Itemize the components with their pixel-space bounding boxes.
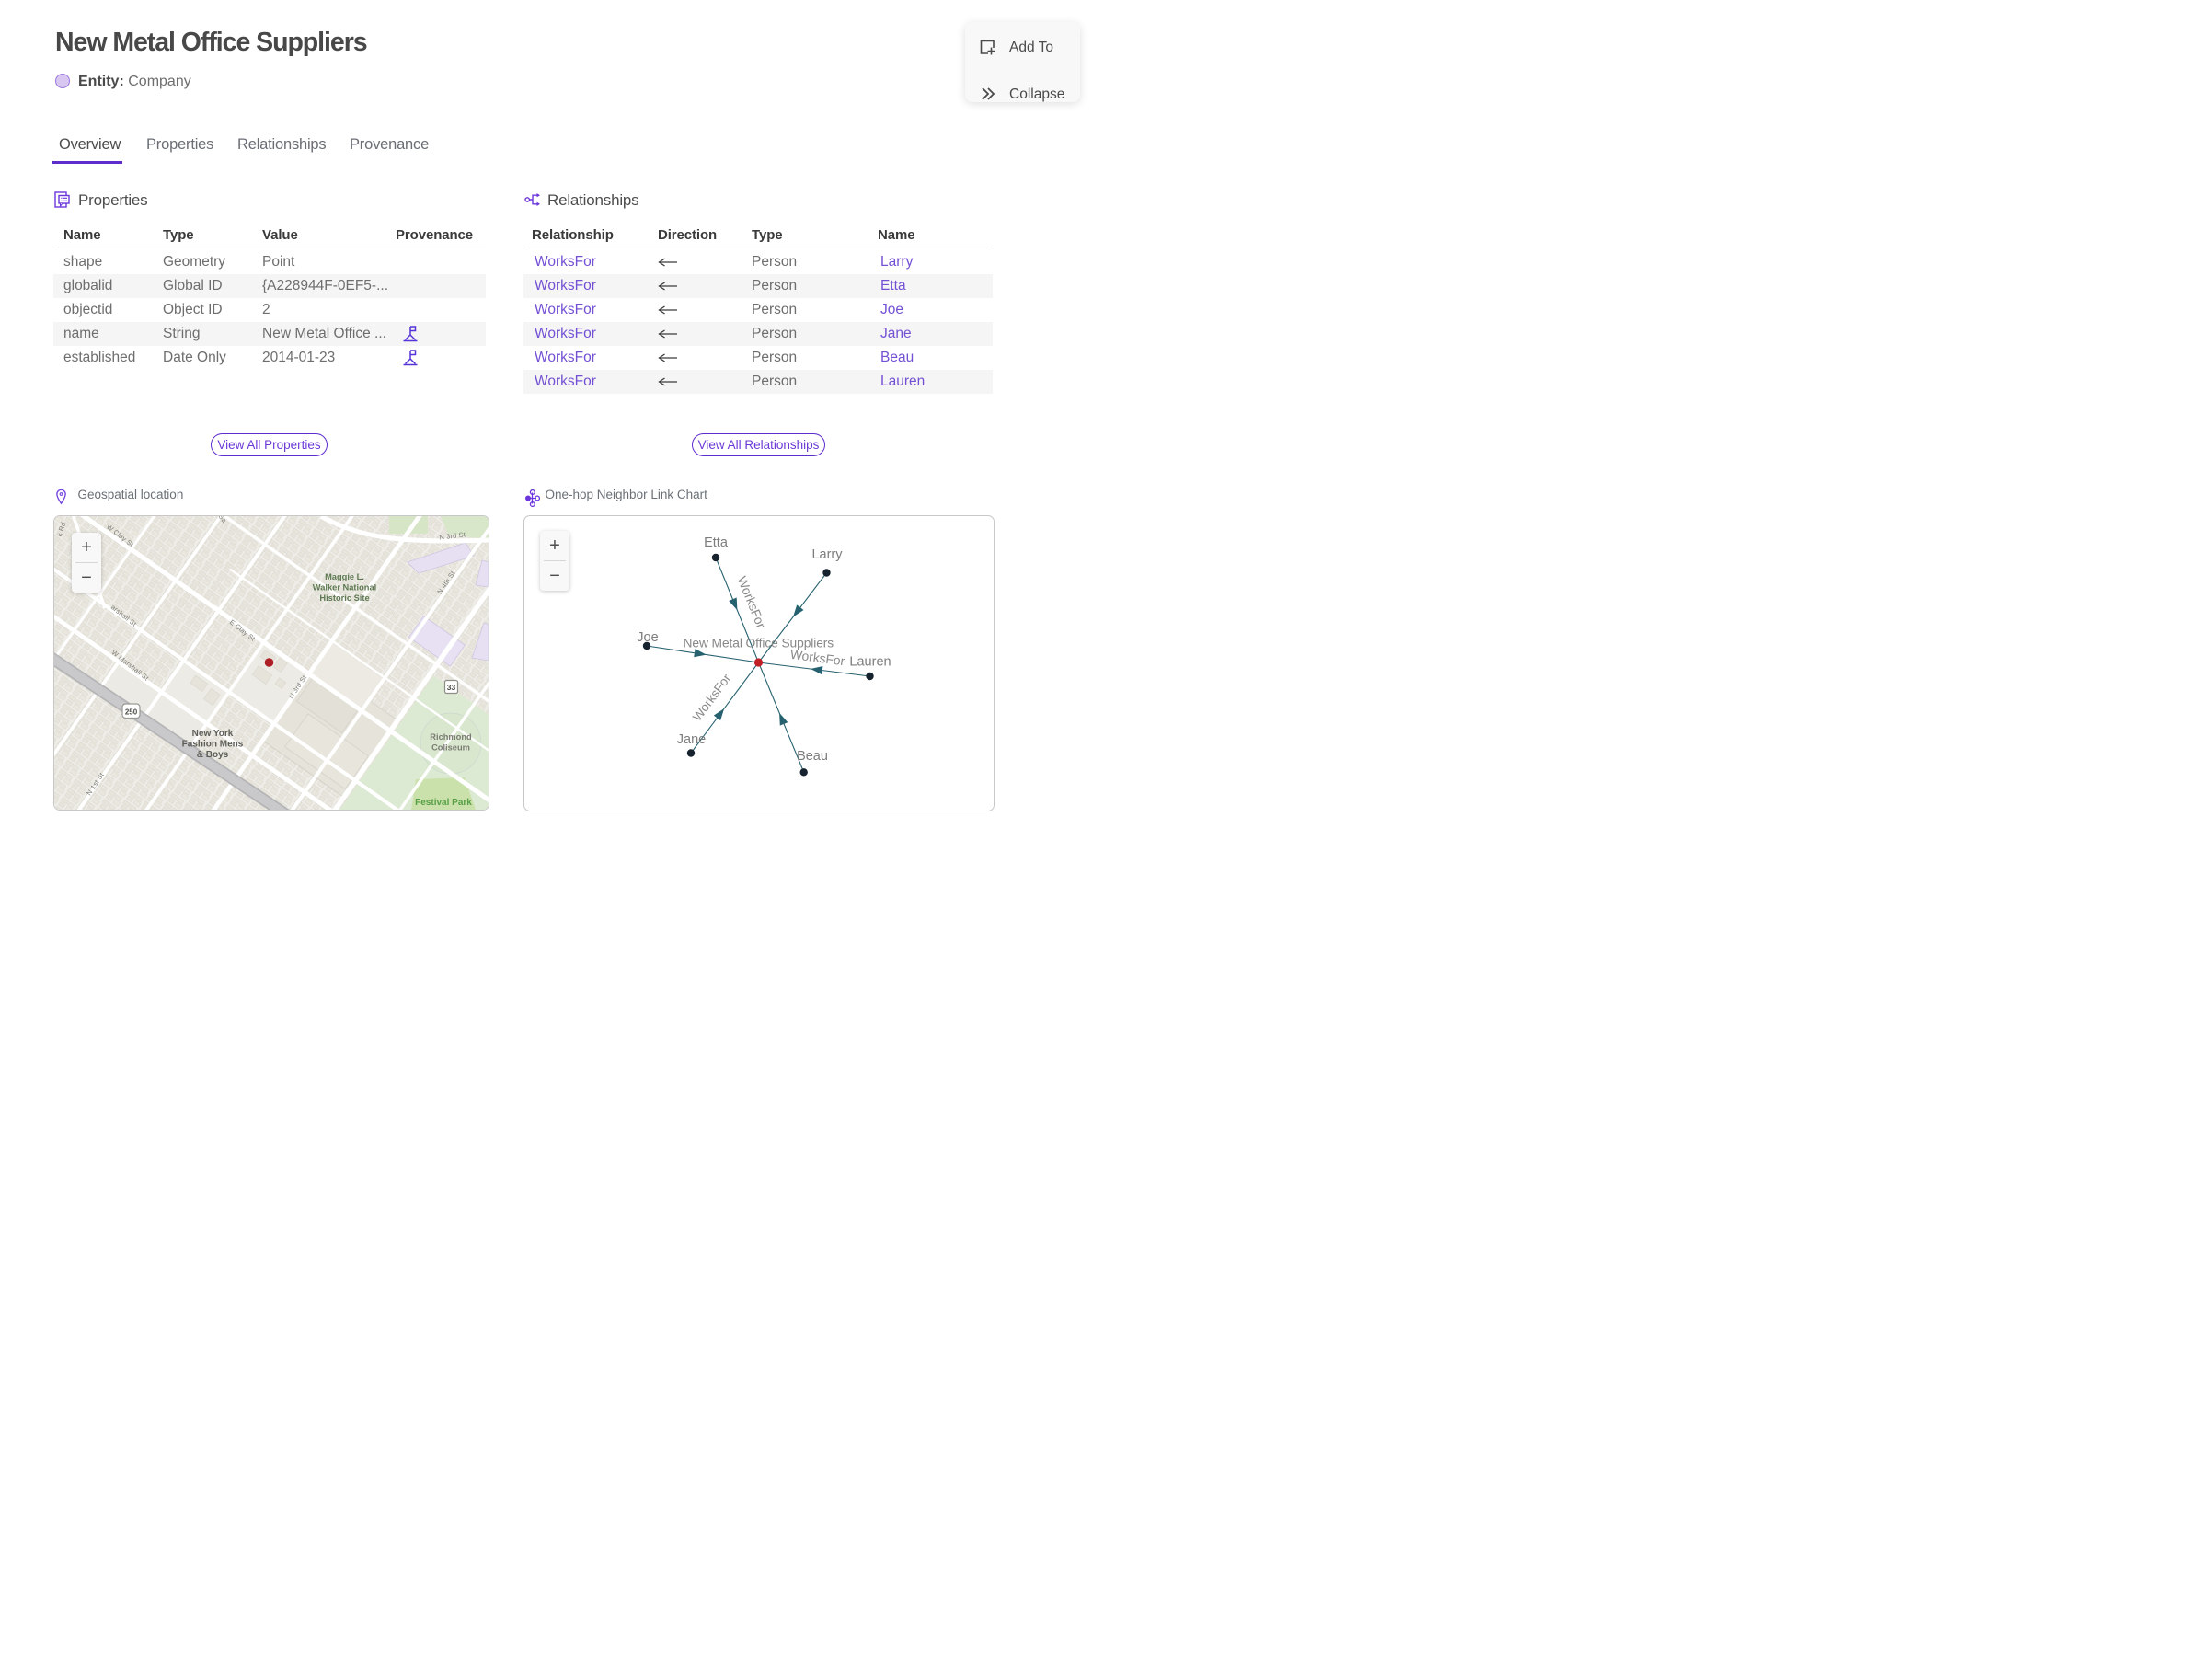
svg-text:WorksFor: WorksFor [789,648,845,669]
svg-text:WorksFor: WorksFor [735,574,768,630]
svg-text:New York: New York [192,729,234,739]
svg-text:Jane: Jane [677,732,706,747]
svg-text:Lauren: Lauren [849,655,891,670]
svg-text:Beau: Beau [797,749,828,764]
svg-text:Fashion Mens: Fashion Mens [182,740,244,750]
svg-text:250: 250 [125,708,138,717]
svg-text:Richmond: Richmond [430,732,472,742]
svg-text:New Metal Office Suppliers: New Metal Office Suppliers [684,637,834,650]
svg-text:Walker National: Walker National [313,583,376,593]
svg-text:33: 33 [447,683,456,692]
svg-text:Historic Site: Historic Site [319,593,369,603]
svg-text:& Boys: & Boys [197,750,229,760]
svg-text:Maggie L.: Maggie L. [325,572,364,581]
svg-text:Festival Park: Festival Park [415,798,472,808]
svg-text:WorksFor: WorksFor [690,672,734,724]
svg-text:Joe: Joe [637,630,658,645]
svg-text:Etta: Etta [704,535,729,550]
svg-text:Larry: Larry [811,547,843,562]
svg-text:Coliseum: Coliseum [431,743,470,753]
